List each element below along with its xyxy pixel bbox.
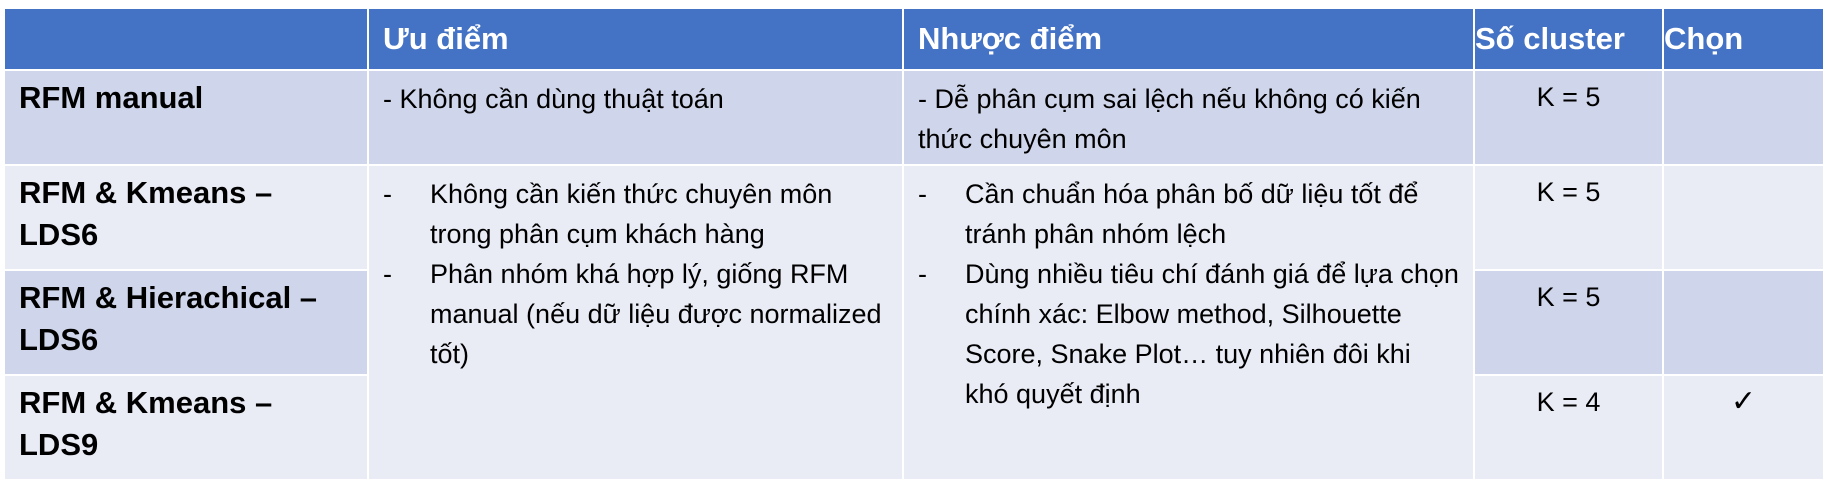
header-clusters: Số cluster	[1473, 7, 1664, 71]
pros-item-text: Không cần kiến thức chuyên môn trong phâ…	[430, 179, 833, 249]
cons-item-text: Dùng nhiều tiêu chí đánh giá để lựa chọn…	[965, 259, 1459, 409]
cons-cell: - Dễ phân cụm sai lệch nếu không có kiến…	[902, 69, 1475, 166]
method-cell: RFM & Kmeans – LDS9	[3, 374, 369, 481]
checkmark-icon: ✓	[1662, 374, 1825, 481]
dash-bullet: -	[383, 179, 392, 209]
list-item: - Phân nhóm khá hợp lý, giống RFM manual…	[383, 254, 890, 374]
list-item: - Không cần kiến thức chuyên môn trong p…	[383, 174, 890, 254]
pros-item-text: Phân nhóm khá hợp lý, giống RFM manual (…	[430, 259, 882, 369]
table-row: RFM & Kmeans – LDS6 - Không cần kiến thứ…	[3, 164, 1825, 481]
shared-pros-cell: - Không cần kiến thức chuyên môn trong p…	[367, 164, 904, 481]
header-method	[3, 7, 369, 71]
table-row: RFM manual - Không cần dùng thuật toán -…	[3, 69, 1825, 166]
method-cell: RFM manual	[3, 69, 369, 166]
pros-cell: - Không cần dùng thuật toán	[367, 69, 904, 166]
header-cons: Nhược điểm	[902, 7, 1475, 71]
clusters-cell: K = 5	[1473, 164, 1664, 271]
dash-bullet: -	[918, 179, 927, 209]
dash-bullet: -	[383, 259, 392, 289]
list-item: - Dùng nhiều tiêu chí đánh giá để lựa ch…	[918, 254, 1461, 414]
choose-cell	[1662, 69, 1825, 166]
pros-list: - Không cần kiến thức chuyên môn trong p…	[383, 174, 890, 374]
header-row: Ưu điểm Nhược điểm Số cluster Chọn	[3, 7, 1825, 71]
comparison-table: Ưu điểm Nhược điểm Số cluster Chọn RFM m…	[3, 7, 1825, 481]
method-cell: RFM & Hierachical – LDS6	[3, 269, 369, 376]
list-item: - Cần chuẩn hóa phân bố dữ liệu tốt để t…	[918, 174, 1461, 254]
clusters-cell: K = 5	[1473, 69, 1664, 166]
header-pros: Ưu điểm	[367, 7, 904, 71]
dash-bullet: -	[918, 259, 927, 289]
shared-cons-cell: - Cần chuẩn hóa phân bố dữ liệu tốt để t…	[902, 164, 1475, 481]
method-cell: RFM & Kmeans – LDS6	[3, 164, 369, 271]
cons-item-text: Cần chuẩn hóa phân bố dữ liệu tốt để trá…	[965, 179, 1419, 249]
header-choose: Chọn	[1662, 7, 1825, 71]
choose-cell	[1662, 164, 1825, 271]
clusters-cell: K = 4	[1473, 374, 1664, 481]
choose-cell	[1662, 269, 1825, 376]
cons-list: - Cần chuẩn hóa phân bố dữ liệu tốt để t…	[918, 174, 1461, 414]
clusters-cell: K = 5	[1473, 269, 1664, 376]
